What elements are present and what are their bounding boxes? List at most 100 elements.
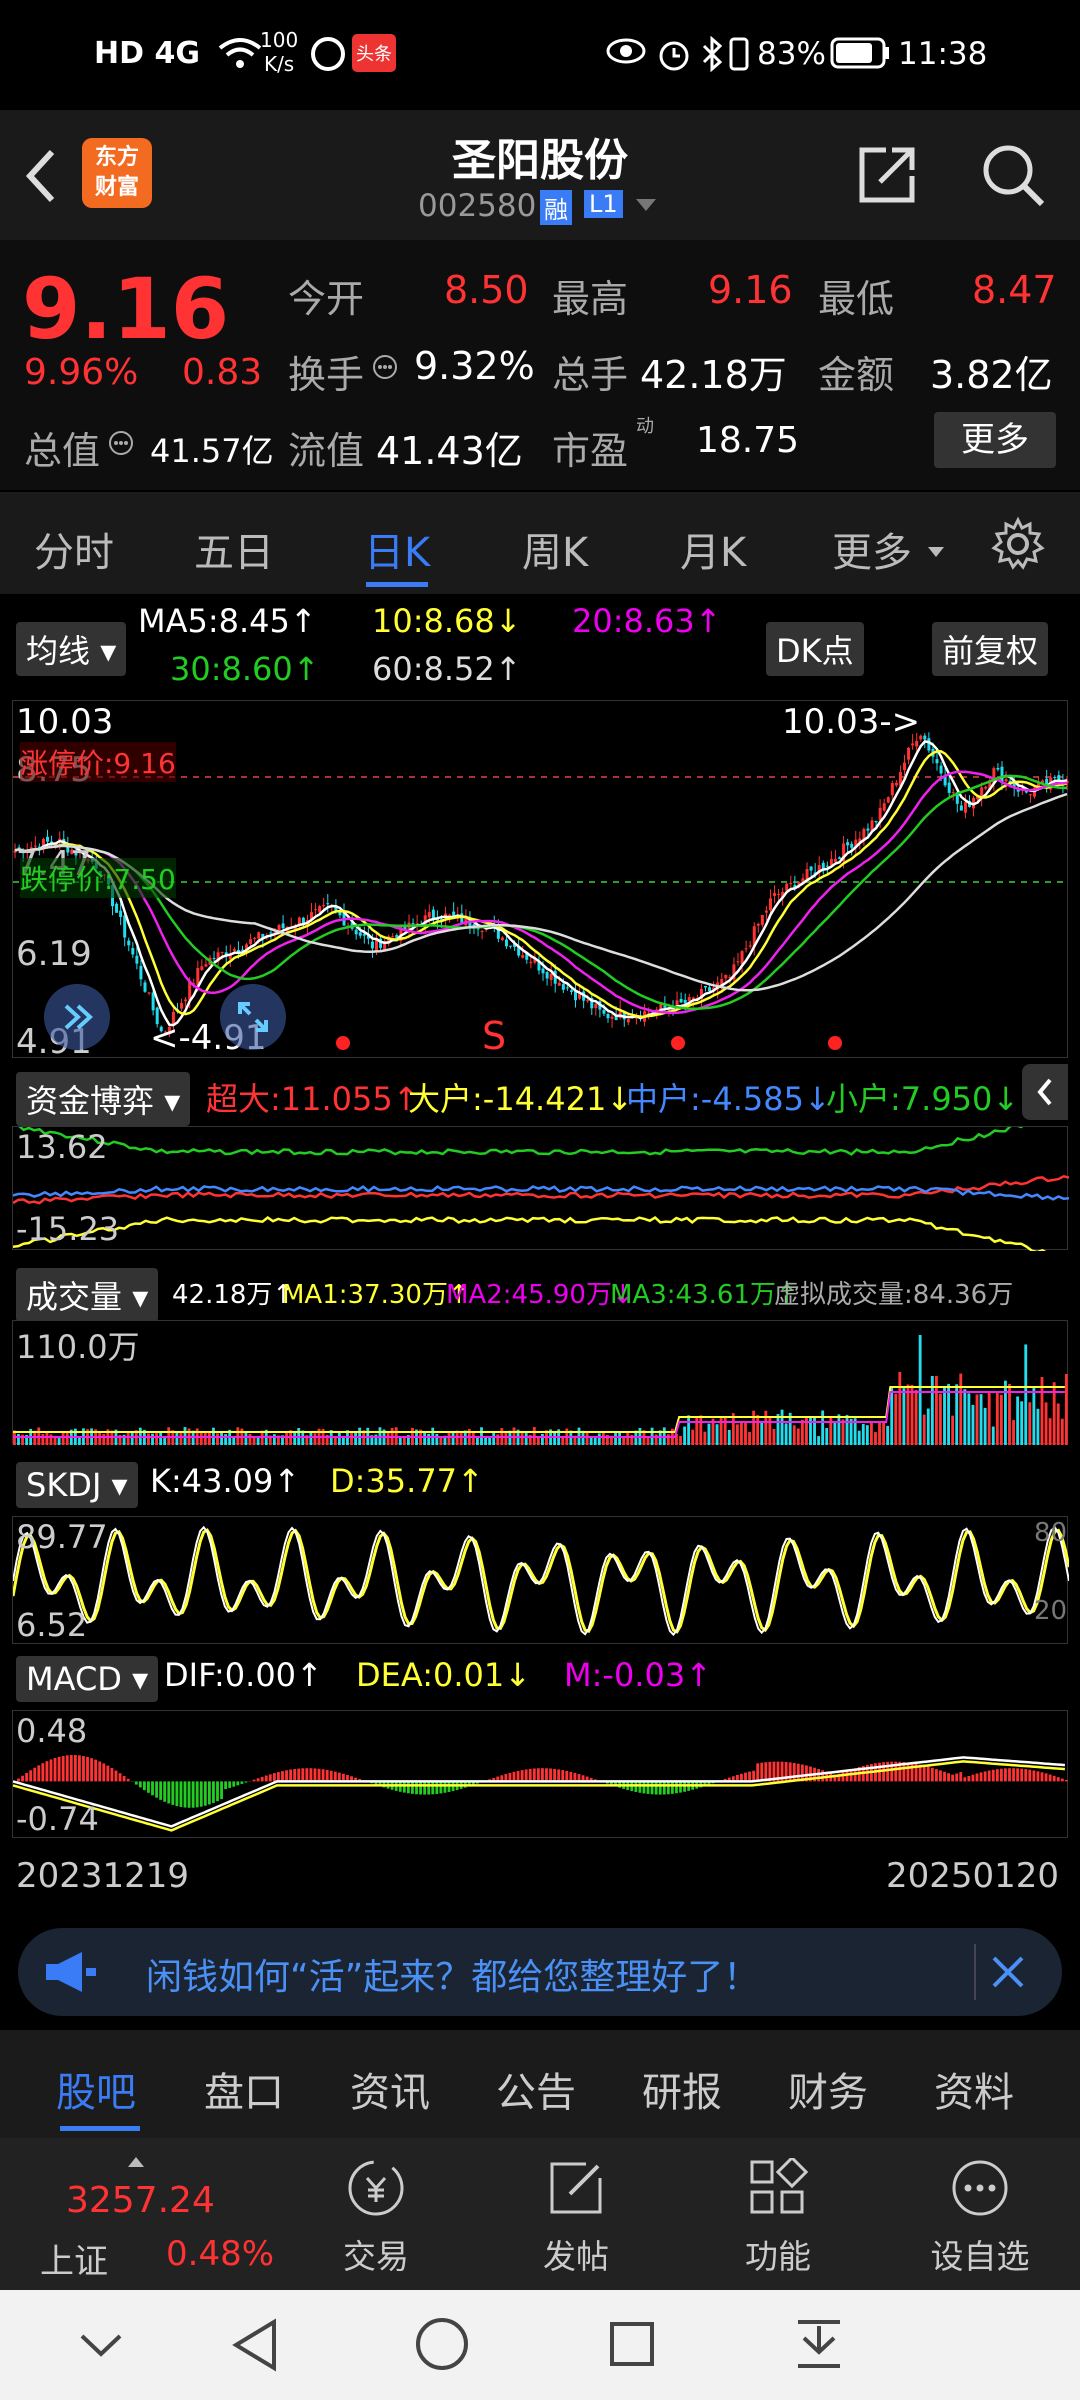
share-icon[interactable] (856, 144, 918, 210)
macd-histogram-bar (756, 1763, 760, 1782)
macd-histogram-bar (61, 1755, 65, 1782)
fullscreen-icon[interactable] (220, 984, 286, 1050)
macd-histogram-bar (268, 1774, 272, 1782)
volume-panel[interactable] (12, 1320, 1068, 1445)
eye-icon (606, 36, 646, 74)
promo-banner[interactable]: 闲钱如何“活”起来？都给您整理好了！ (18, 1928, 1062, 2016)
trade-button[interactable]: 交易 (306, 2138, 446, 2290)
net-speed: 100 K/s (260, 28, 298, 76)
tab-profile[interactable]: 资料 (934, 2060, 1014, 2118)
close-icon[interactable] (984, 1948, 1032, 2000)
dk-button[interactable]: DK点 (766, 622, 864, 676)
tab-guba[interactable]: 股吧 (56, 2060, 136, 2118)
chevron-down-icon[interactable] (636, 198, 656, 217)
high-label: 最高 (552, 277, 629, 321)
search-icon[interactable] (980, 142, 1046, 212)
notification-pull-icon[interactable] (794, 2318, 844, 2374)
skdj-d: D:35.77↑ (330, 1462, 484, 1500)
info-icon[interactable] (108, 426, 134, 464)
candle-body (204, 964, 208, 967)
macd-histogram-bar (325, 1769, 329, 1782)
fund-flow-panel[interactable] (12, 1111, 1070, 1261)
volume-bar (882, 1421, 886, 1445)
tab-monthly-k[interactable]: 月K (680, 520, 746, 578)
info-icon[interactable] (372, 350, 398, 388)
macd-histogram-bar (138, 1781, 142, 1788)
index-value: 3257.24 (66, 2180, 215, 2221)
level-badge[interactable]: L1 (584, 190, 623, 218)
macd-histogram-bar (561, 1770, 565, 1782)
tab-weekly-k[interactable]: 周K (522, 520, 588, 578)
adjust-button[interactable]: 前复权 (932, 622, 1049, 676)
tab-research[interactable]: 研报 (642, 2060, 722, 2118)
function-button[interactable]: 功能 (708, 2138, 848, 2290)
candle-body (354, 929, 358, 935)
candle-body (180, 1003, 184, 1009)
post-button[interactable]: 发帖 (506, 2138, 646, 2290)
tab-announcements[interactable]: 公告 (496, 2060, 576, 2118)
macd-histogram-bar (435, 1781, 439, 1794)
stock-code: 002580 (418, 188, 537, 224)
recents-nav-icon[interactable] (608, 2320, 656, 2372)
candle-body (756, 923, 760, 926)
volume-bar (654, 1434, 658, 1445)
back-nav-icon[interactable] (230, 2318, 280, 2376)
hide-keyboard-icon[interactable] (76, 2328, 126, 2366)
ma30-value: 30:8.60↑ (170, 650, 320, 688)
home-nav-icon[interactable] (414, 2316, 470, 2376)
skdj-panel[interactable] (11, 1516, 1071, 1644)
volume-bar (561, 1436, 565, 1445)
volume-bar (999, 1394, 1003, 1445)
candle-body (683, 999, 687, 1004)
candle-body (764, 910, 768, 913)
candle-body (253, 937, 257, 939)
volume-bar (244, 1432, 248, 1445)
volume-selector[interactable]: 成交量 ▾ (16, 1268, 159, 1322)
ma-selector[interactable]: 均线 ▾ (16, 622, 127, 676)
candle-body (789, 883, 793, 885)
macd-histogram-bar (788, 1762, 792, 1782)
megaphone-icon (42, 1950, 98, 1998)
ma10-value: 10:8.68↓ (372, 602, 522, 640)
tab-finance[interactable]: 财务 (788, 2060, 868, 2118)
open-value: 8.50 (444, 268, 529, 312)
tab-five-day[interactable]: 五日 (194, 520, 274, 578)
macd-panel[interactable] (12, 1710, 1068, 1838)
macd-y-bottom: -0.74 (16, 1800, 99, 1838)
more-button[interactable]: 更多 (934, 412, 1056, 468)
collapse-panel-icon[interactable] (1022, 1064, 1068, 1120)
candle-body (139, 965, 143, 980)
volume-bar (764, 1410, 768, 1445)
tab-more[interactable]: 更多 (832, 520, 912, 578)
candle-body (708, 987, 712, 992)
macd-histogram-bar (106, 1765, 110, 1782)
index-ticker[interactable]: 3257.24 上证 0.48% (0, 2138, 290, 2290)
candle-body (529, 962, 533, 964)
system-nav-bar (0, 2290, 1080, 2400)
volume-bar (679, 1435, 682, 1445)
tab-intraday[interactable]: 分时 (34, 520, 114, 578)
candle-body (115, 903, 119, 913)
tab-pankou[interactable]: 盘口 (204, 2060, 284, 2118)
macd-selector[interactable]: MACD ▾ (16, 1656, 159, 1702)
volume-bar (780, 1409, 784, 1445)
add-watchlist-button[interactable]: 设自选 (910, 2138, 1050, 2290)
more-dots-icon (952, 2160, 1008, 2216)
tab-daily-k[interactable]: 日K (364, 520, 430, 578)
volume-bar (902, 1388, 906, 1445)
ma20-value: 20:8.63↑ (572, 602, 722, 640)
tab-news[interactable]: 资讯 (350, 2060, 430, 2118)
expand-left-icon[interactable] (44, 984, 110, 1050)
fund-flow-selector[interactable]: 资金博弈 ▾ (16, 1072, 191, 1126)
gear-icon[interactable] (990, 516, 1046, 576)
macd-y-top: 0.48 (16, 1712, 88, 1750)
macd-histogram-bar (532, 1768, 536, 1782)
volume-bar (979, 1394, 983, 1445)
macd-histogram-bar (126, 1778, 130, 1782)
volume-bar (492, 1432, 496, 1445)
sell-signal-marker: S (482, 1014, 507, 1058)
skdj-selector[interactable]: SKDJ ▾ (16, 1462, 138, 1508)
macd-histogram-bar (447, 1781, 451, 1792)
banner-text[interactable]: 闲钱如何“活”起来？都给您整理好了！ (146, 1948, 759, 2000)
volume-bar (447, 1431, 451, 1445)
